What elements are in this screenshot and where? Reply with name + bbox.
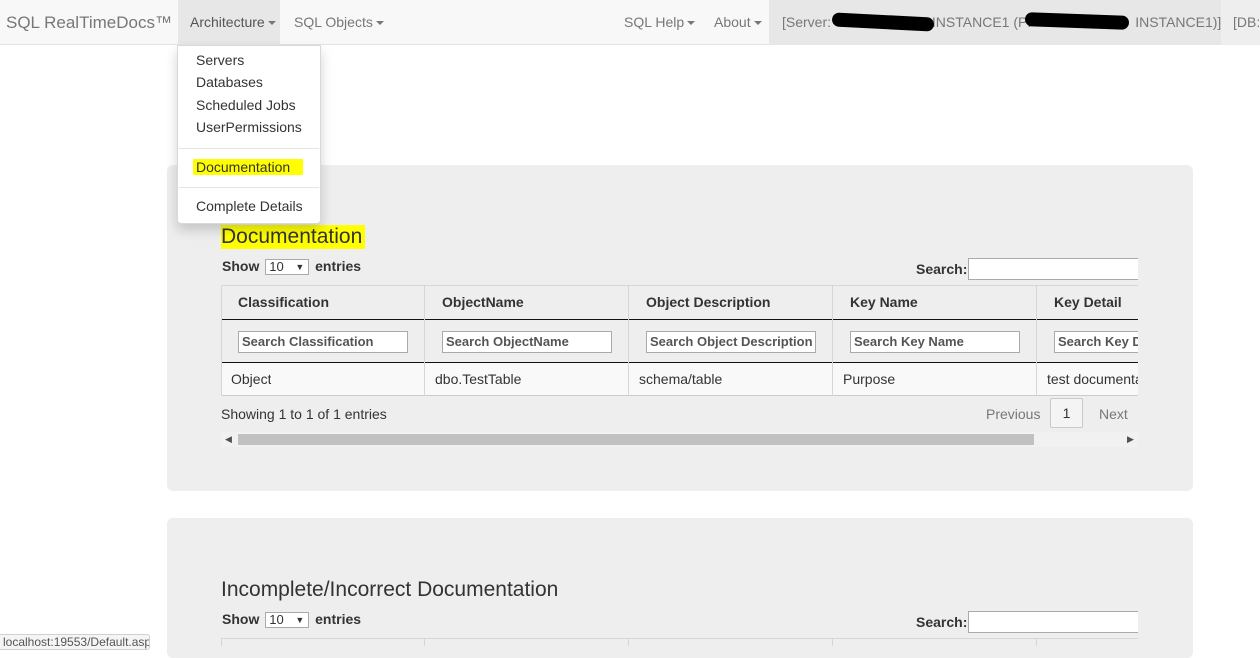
search-label-2: Search: — [916, 614, 968, 630]
page-length-select[interactable]: 10 ▼ — [265, 259, 310, 276]
search-classification-input[interactable]: Search Classification — [238, 331, 408, 353]
column-header-objectname[interactable]: ObjectName — [442, 294, 524, 310]
column-header-classification[interactable]: Classification — [238, 294, 329, 310]
page-length-value-2: 10 — [269, 612, 284, 628]
menu-divider — [179, 148, 319, 149]
search-object-description-input[interactable]: Search Object Description — [646, 331, 816, 353]
nav-sql-help-label: SQL Help — [624, 14, 685, 30]
table-column — [629, 639, 833, 646]
table-search-input-2[interactable] — [968, 611, 1138, 633]
top-navbar: SQL RealTimeDocs™ Architecture SQL Objec… — [0, 0, 1260, 45]
incomplete-table — [221, 638, 1138, 646]
show-label: Show — [222, 258, 260, 274]
caret-down-icon — [753, 21, 762, 26]
menu-item-user-permissions[interactable]: UserPermissions — [196, 119, 302, 135]
server-instance-suffix: INSTANCE1)] — [1135, 14, 1221, 30]
nav-sql-objects[interactable]: SQL Objects — [294, 0, 384, 45]
pagination-next[interactable]: Next — [1099, 406, 1128, 422]
column-header-key-detail[interactable]: Key Detail — [1054, 294, 1122, 310]
server-prefix: [Server: — [782, 14, 835, 30]
documentation-table: Classification ObjectName Object Descrip… — [221, 285, 1138, 396]
pagination-page-1[interactable]: 1 — [1050, 398, 1083, 428]
entries-label: entries — [315, 258, 362, 274]
scroll-thumb[interactable] — [238, 434, 1034, 445]
search-objectname-input[interactable]: Search ObjectName — [442, 331, 612, 353]
column-header-key-name[interactable]: Key Name — [850, 294, 918, 310]
caret-down-icon — [267, 21, 276, 26]
show-entries-2: Show 10 ▼ entries — [222, 611, 362, 629]
page-length-select-2[interactable]: 10 ▼ — [265, 612, 310, 629]
menu-item-documentation[interactable]: Documentation — [193, 159, 304, 175]
cell-objectname: dbo.TestTable — [435, 371, 522, 387]
cell-object-description: schema/table — [639, 371, 723, 387]
browser-status-url: localhost:19553/Default.aspx — [0, 634, 150, 650]
horizontal-scrollbar[interactable]: ◀ ▶ — [221, 432, 1138, 447]
table-info: Showing 1 to 1 of 1 entries — [221, 406, 387, 422]
search-key-detail-input[interactable]: Search Key De — [1054, 331, 1138, 353]
table-column — [833, 639, 1037, 646]
search-key-name-input[interactable]: Search Key Name — [850, 331, 1020, 353]
menu-divider — [179, 187, 319, 188]
search-label: Search: — [916, 261, 968, 277]
table-search-input[interactable] — [968, 258, 1138, 280]
caret-down-icon — [375, 21, 384, 26]
menu-item-scheduled-jobs[interactable]: Scheduled Jobs — [196, 97, 296, 113]
pagination-previous[interactable]: Previous — [986, 406, 1040, 422]
menu-item-complete-details[interactable]: Complete Details — [196, 198, 303, 214]
table-column — [425, 639, 629, 646]
cell-key-name: Purpose — [843, 371, 896, 387]
page-length-value: 10 — [269, 259, 284, 275]
cell-classification: Object — [231, 371, 272, 387]
brand-title[interactable]: SQL RealTimeDocs™ — [6, 0, 172, 45]
show-label-2: Show — [222, 611, 260, 627]
server-instance: INSTANCE1 (P: — [931, 14, 1032, 30]
select-arrow-icon: ▼ — [295, 262, 305, 273]
scroll-left-icon[interactable]: ◀ — [221, 432, 236, 447]
incomplete-title: Incomplete/Incorrect Documentation — [221, 578, 559, 601]
db-info: [DB: — [1221, 0, 1260, 45]
architecture-dropdown: Servers Databases Scheduled Jobs UserPer… — [177, 45, 321, 224]
scroll-right-icon[interactable]: ▶ — [1123, 432, 1138, 447]
nav-sql-help[interactable]: SQL Help — [624, 0, 696, 45]
table-column — [221, 639, 425, 646]
menu-item-databases[interactable]: Databases — [196, 74, 263, 90]
nav-sql-objects-label: SQL Objects — [294, 14, 373, 30]
nav-architecture-label: Architecture — [190, 14, 265, 30]
column-header-object-description[interactable]: Object Description — [646, 294, 770, 310]
caret-down-icon — [687, 21, 696, 26]
documentation-title: Documentation — [221, 225, 366, 249]
cell-key-detail: test documentati — [1047, 371, 1138, 387]
select-arrow-icon: ▼ — [295, 615, 305, 626]
show-entries: Show 10 ▼ entries — [222, 258, 362, 276]
menu-item-servers[interactable]: Servers — [196, 52, 244, 68]
entries-label-2: entries — [315, 611, 362, 627]
nav-architecture[interactable]: Architecture — [178, 0, 280, 45]
nav-about-label: About — [714, 14, 751, 30]
nav-about[interactable]: About — [714, 0, 762, 45]
